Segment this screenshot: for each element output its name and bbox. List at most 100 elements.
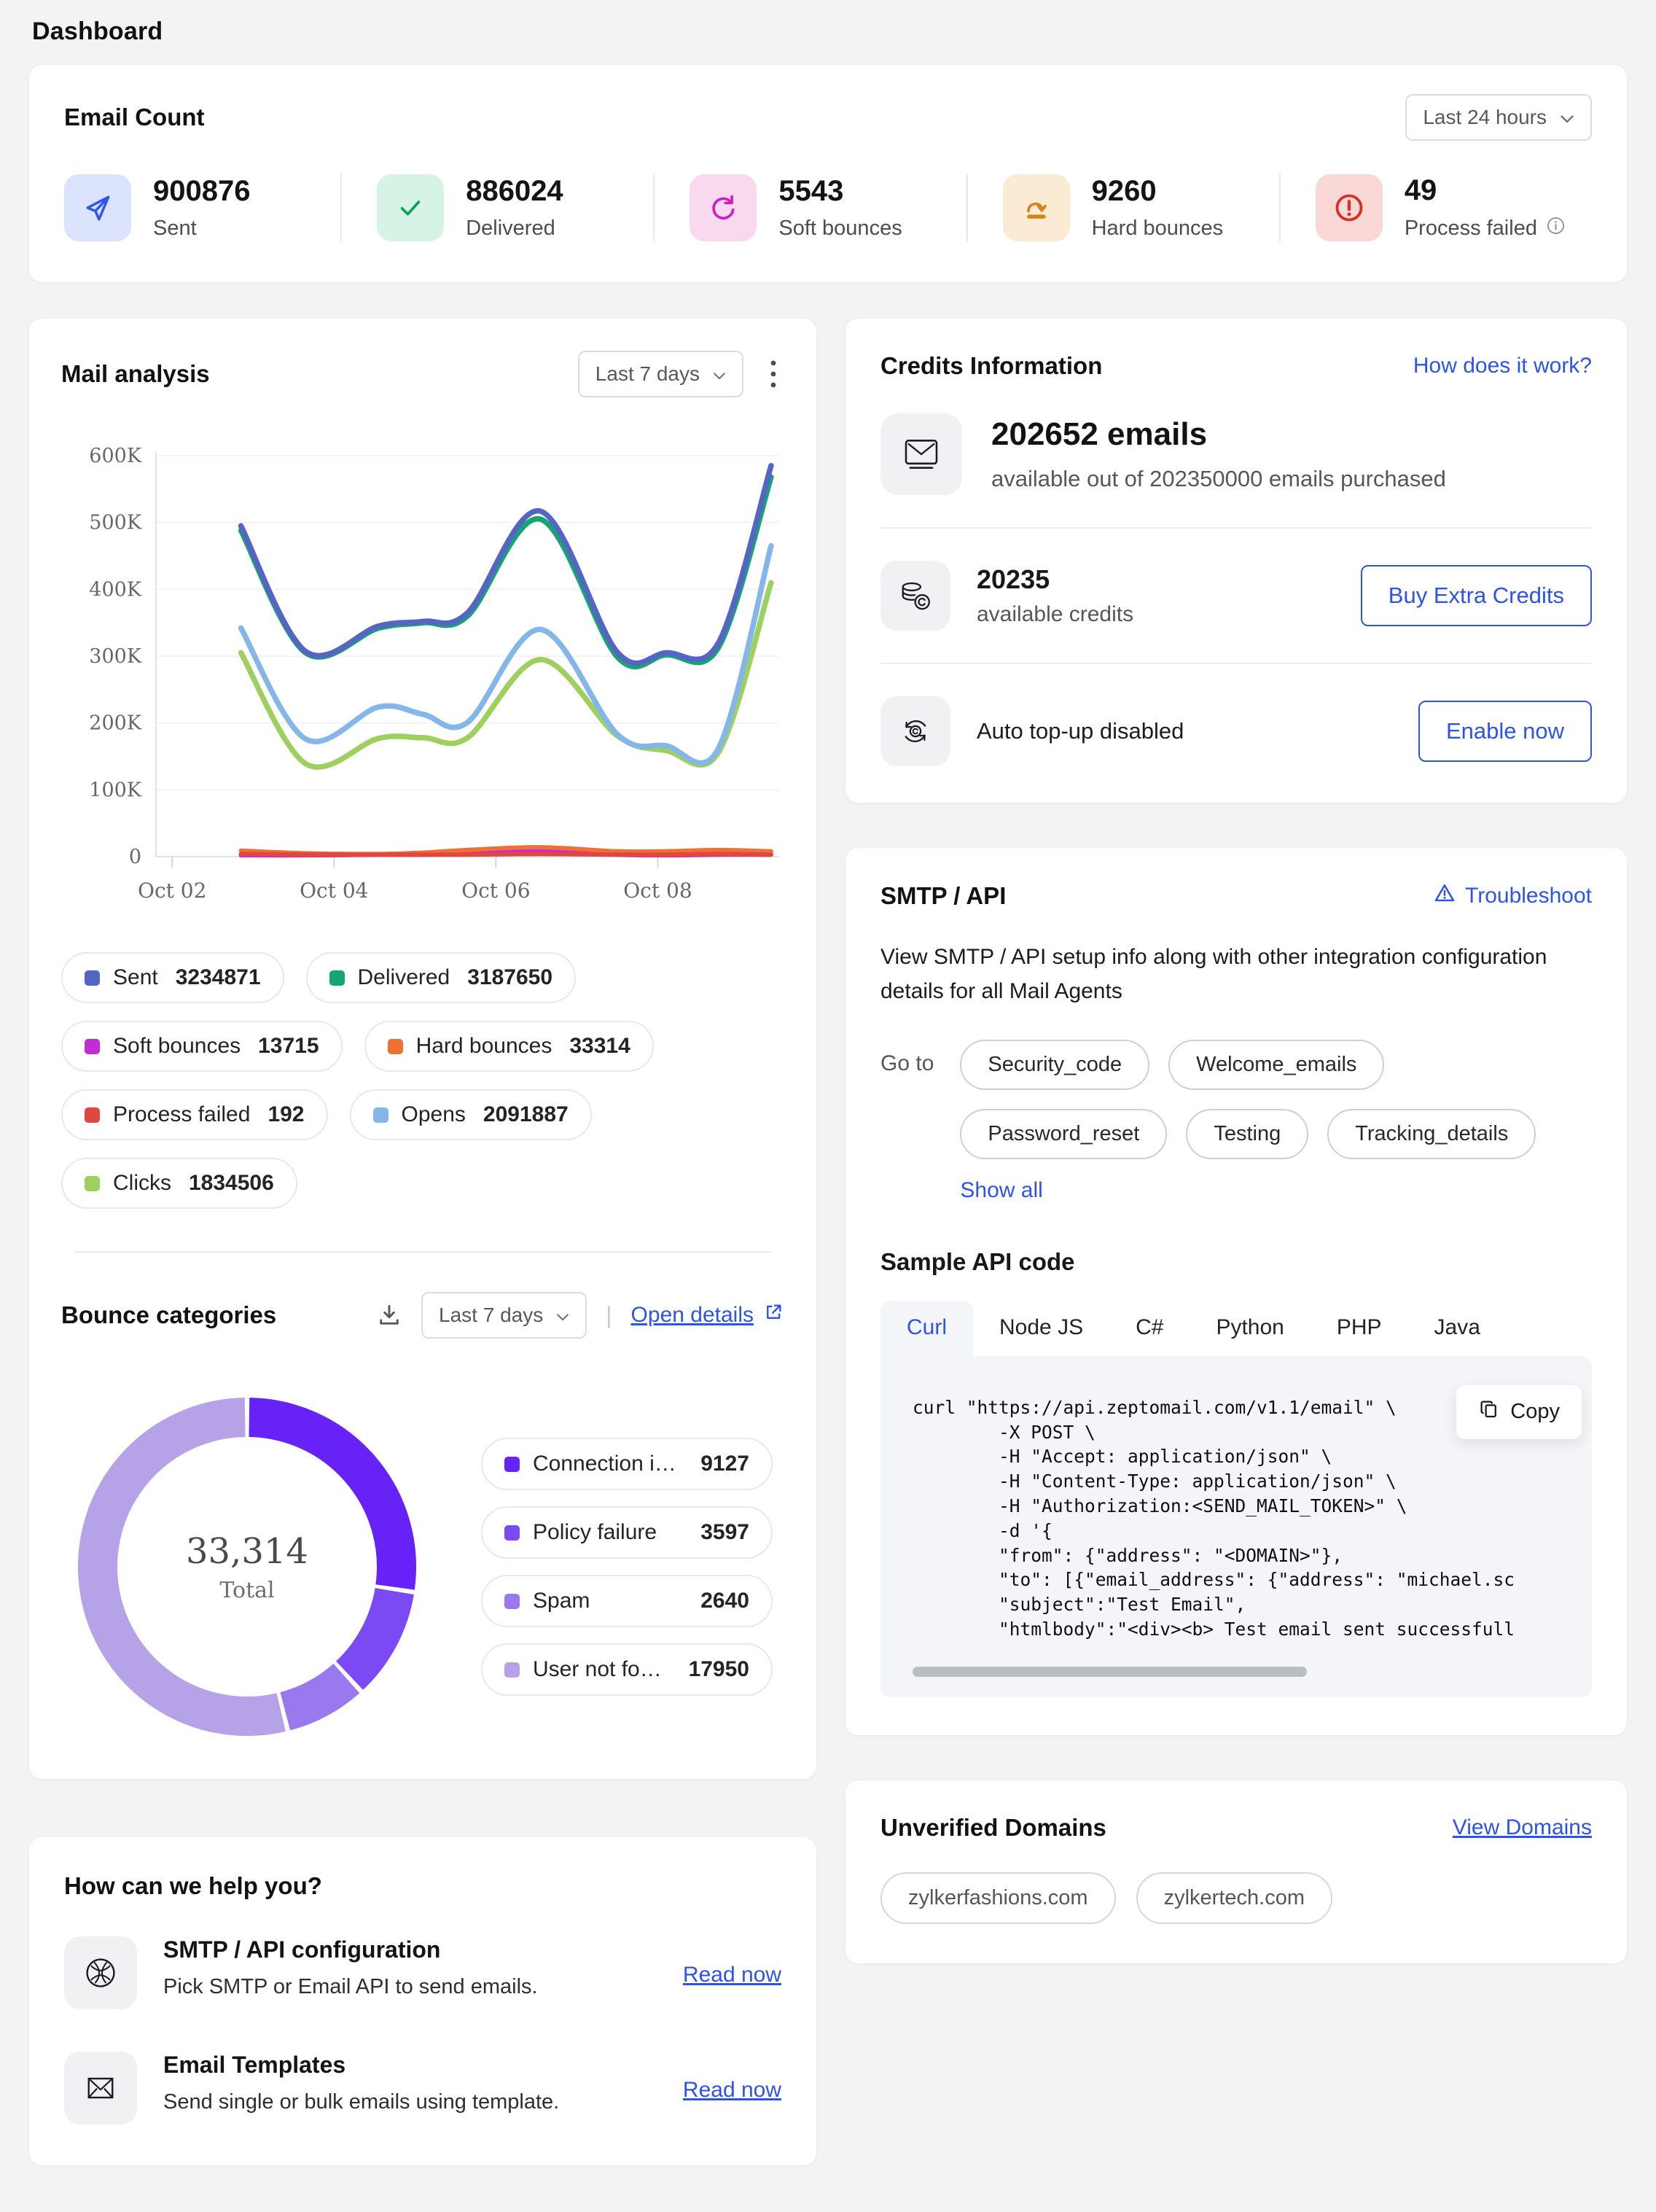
code-language-tabs: Curl Node JS C# Python PHP Java xyxy=(880,1301,1592,1356)
email-count-stats: 900876 Sent 886024 Delivered 5543 xyxy=(64,174,1592,241)
divider xyxy=(880,663,1592,664)
stat-value: 49 xyxy=(1405,174,1566,207)
smtp-api-card: SMTP / API Troubleshoot View SMTP / API … xyxy=(845,848,1627,1735)
svg-text:Oct 04: Oct 04 xyxy=(300,879,368,903)
legend-item-spam[interactable]: Spam 2640 xyxy=(481,1575,773,1627)
emails-available-value: 202652 emails xyxy=(991,416,1446,453)
legend-value: 2091887 xyxy=(483,1102,569,1127)
legend-item-opens[interactable]: Opens 2091887 xyxy=(350,1089,592,1140)
legend-label: Clicks xyxy=(113,1171,171,1196)
range-value: Last 7 days xyxy=(595,362,700,386)
buy-extra-credits-button[interactable]: Buy Extra Credits xyxy=(1361,565,1592,626)
credits-title: Credits Information xyxy=(880,352,1102,380)
tab-curl[interactable]: Curl xyxy=(880,1301,973,1356)
stat-value: 900876 xyxy=(153,175,250,208)
bounce-legend: Connection i… 9127 Policy failure 3597 xyxy=(481,1438,773,1696)
check-icon xyxy=(377,174,444,241)
legend-value: 3234871 xyxy=(176,965,261,990)
legend-item-hard-bounces[interactable]: Hard bounces 33314 xyxy=(364,1021,654,1072)
read-now-link[interactable]: Read now xyxy=(683,1941,781,2009)
code-panel: Copy curl "https://api.zeptomail.com/v1.… xyxy=(880,1356,1592,1697)
stat-soft-bounces: 5543 Soft bounces xyxy=(653,174,966,241)
tab-nodejs[interactable]: Node JS xyxy=(973,1301,1109,1356)
help-card: How can we help you? SMTP / API configur… xyxy=(29,1837,816,2165)
tab-python[interactable]: Python xyxy=(1190,1301,1310,1356)
chip-password-reset[interactable]: Password_reset xyxy=(960,1109,1167,1159)
help-item-smtp-config: SMTP / API configuration Pick SMTP or Em… xyxy=(64,1936,781,2009)
legend-swatch xyxy=(373,1107,388,1123)
legend-label: Process failed xyxy=(113,1102,250,1127)
legend-item-soft-bounces[interactable]: Soft bounces 13715 xyxy=(61,1021,343,1072)
show-all-link[interactable]: Show all xyxy=(960,1178,1042,1203)
download-icon[interactable] xyxy=(376,1302,402,1328)
stat-value: 5543 xyxy=(778,175,902,208)
legend-label: Hard bounces xyxy=(416,1034,552,1059)
svg-text:400K: 400K xyxy=(89,578,142,601)
troubleshoot-link[interactable]: Troubleshoot xyxy=(1433,881,1592,911)
coins-icon xyxy=(880,561,950,631)
send-icon xyxy=(64,174,131,241)
info-icon[interactable] xyxy=(1546,216,1566,241)
domain-chips: zylkerfashions.com zylkertech.com xyxy=(880,1872,1592,1924)
legend-value: 3187650 xyxy=(467,965,552,990)
tab-csharp[interactable]: C# xyxy=(1109,1301,1190,1356)
chip-tracking-details[interactable]: Tracking_details xyxy=(1327,1109,1536,1159)
svg-text:100K: 100K xyxy=(89,779,142,801)
legend-item-delivered[interactable]: Delivered 3187650 xyxy=(306,952,577,1003)
legend-label: Opens xyxy=(402,1102,466,1127)
legend-value: 33314 xyxy=(569,1034,630,1059)
legend-swatch xyxy=(504,1662,520,1678)
legend-value: 2640 xyxy=(700,1589,749,1613)
legend-item-process-failed[interactable]: Process failed 192 xyxy=(61,1089,328,1140)
legend-item-policy-failure[interactable]: Policy failure 3597 xyxy=(481,1506,773,1559)
legend-item-clicks[interactable]: Clicks 1834506 xyxy=(61,1158,297,1209)
email-count-range-select[interactable]: Last 24 hours xyxy=(1405,94,1592,141)
legend-item-sent[interactable]: Sent 3234871 xyxy=(61,952,284,1003)
bounce-icon xyxy=(1003,174,1070,241)
legend-label: Spam xyxy=(533,1589,590,1613)
how-does-it-work-link[interactable]: How does it work? xyxy=(1413,354,1592,378)
copy-button[interactable]: Copy xyxy=(1456,1385,1582,1439)
legend-swatch xyxy=(85,970,100,986)
chip-testing[interactable]: Testing xyxy=(1186,1109,1308,1159)
envelope-icon xyxy=(64,2052,137,2125)
kebab-menu-icon[interactable] xyxy=(762,354,784,394)
read-now-link[interactable]: Read now xyxy=(683,2056,781,2125)
legend-label: Soft bounces xyxy=(113,1034,241,1059)
help-item-description: Send single or bulk emails using templat… xyxy=(163,2090,657,2114)
domain-chip[interactable]: zylkertech.com xyxy=(1136,1872,1332,1924)
divider xyxy=(74,1251,771,1253)
bounce-range-select[interactable]: Last 7 days xyxy=(421,1292,587,1339)
horizontal-scrollbar[interactable] xyxy=(913,1667,1307,1677)
mail-analysis-legend: Sent 3234871 Delivered 3187650 Soft boun… xyxy=(61,952,784,1209)
chevron-down-icon xyxy=(1560,106,1574,129)
legend-value: 3597 xyxy=(700,1520,749,1545)
legend-item-connection-issues[interactable]: Connection i… 9127 xyxy=(481,1438,773,1490)
chip-security-code[interactable]: Security_code xyxy=(960,1040,1149,1090)
stat-hard-bounces: 9260 Hard bounces xyxy=(966,174,1279,241)
legend-label: Connection i… xyxy=(533,1452,676,1476)
svg-text:Oct 06: Oct 06 xyxy=(461,879,530,903)
enable-now-button[interactable]: Enable now xyxy=(1418,701,1592,762)
auto-topup-label: Auto top-up disabled xyxy=(977,718,1392,744)
goto-label: Go to xyxy=(880,1051,934,1203)
legend-item-user-not-found[interactable]: User not fo… 17950 xyxy=(481,1643,773,1696)
tab-php[interactable]: PHP xyxy=(1311,1301,1408,1356)
stat-label: Soft bounces xyxy=(778,217,902,241)
smtp-api-title: SMTP / API xyxy=(880,882,1006,910)
alert-icon xyxy=(1316,174,1383,241)
legend-swatch xyxy=(504,1525,520,1541)
open-details-link[interactable]: Open details xyxy=(631,1301,784,1329)
stat-value: 886024 xyxy=(466,175,563,208)
mail-agent-chips: Security_code Welcome_emails Password_re… xyxy=(960,1040,1592,1203)
smtp-api-description: View SMTP / API setup info along with ot… xyxy=(880,940,1566,1009)
view-domains-link[interactable]: View Domains xyxy=(1453,1815,1592,1840)
sample-api-code-title: Sample API code xyxy=(880,1248,1592,1276)
svg-text:300K: 300K xyxy=(89,645,142,668)
chip-welcome-emails[interactable]: Welcome_emails xyxy=(1168,1040,1384,1090)
legend-value: 13715 xyxy=(258,1034,319,1059)
domain-chip[interactable]: zylkerfashions.com xyxy=(880,1872,1116,1924)
tab-java[interactable]: Java xyxy=(1408,1301,1507,1356)
mail-analysis-range-select[interactable]: Last 7 days xyxy=(578,351,743,397)
legend-swatch xyxy=(85,1107,100,1123)
